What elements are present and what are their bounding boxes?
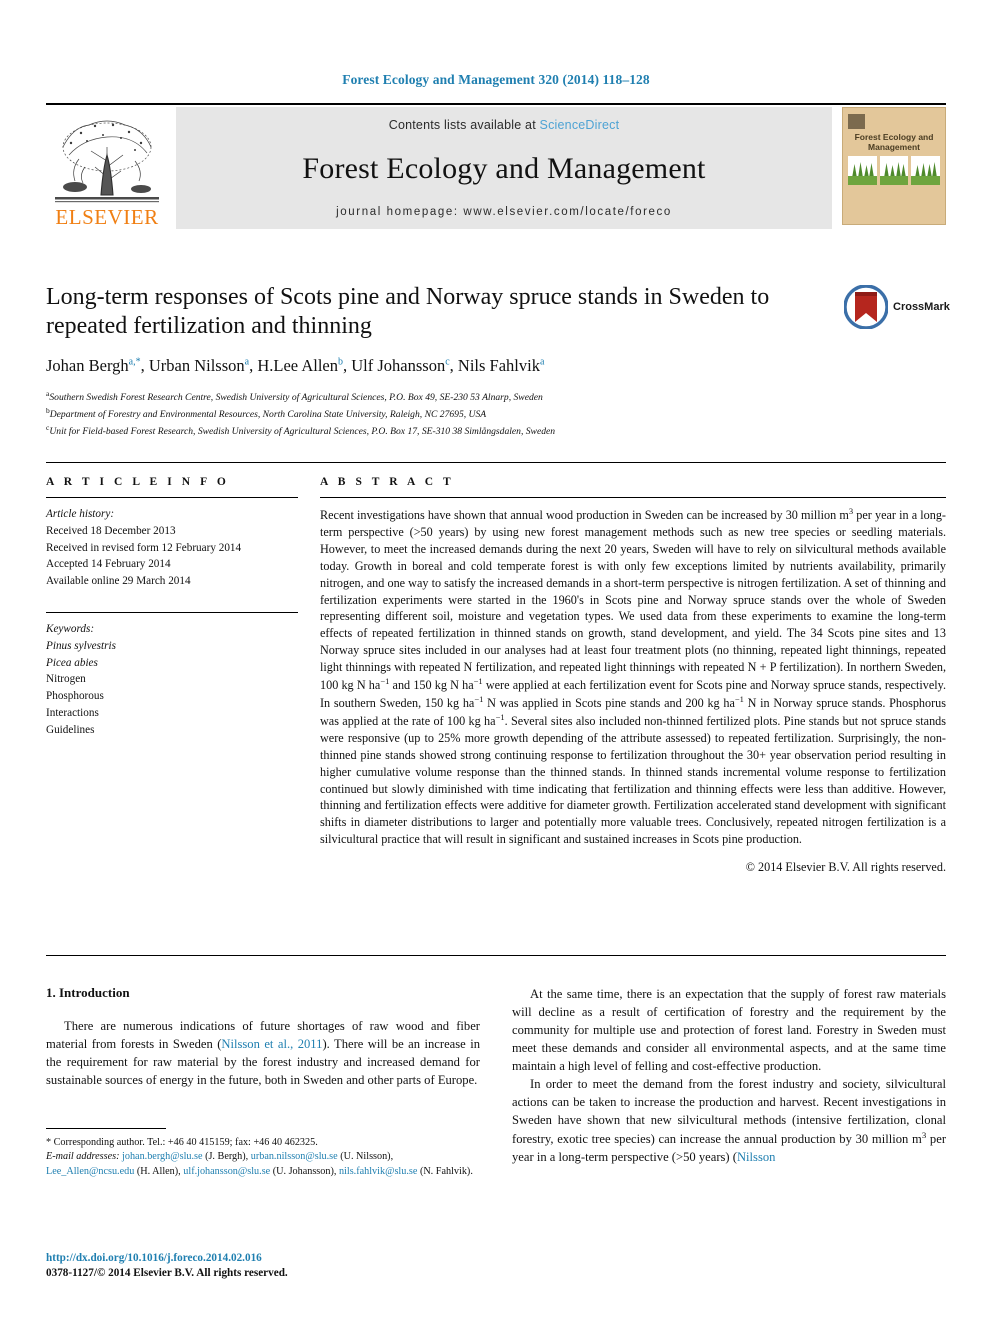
title-block: Long-term responses of Scots pine and No… <box>46 283 950 440</box>
elsevier-logo: ELSEVIER <box>46 107 168 229</box>
cover-panel <box>911 156 941 186</box>
contents-line: Contents lists available at ScienceDirec… <box>389 118 620 132</box>
body-column-right: At the same time, there is an expectatio… <box>512 985 946 1166</box>
crossmark-label: CrossMark <box>893 301 950 313</box>
affiliation-line: aSouthern Swedish Forest Research Centre… <box>46 388 543 403</box>
footnote-block: * Corresponding author. Tel.: +46 40 415… <box>46 1128 480 1179</box>
article-history-label: Article history: <box>46 508 115 520</box>
abstract-superscript: −1 <box>473 675 483 686</box>
contents-prefix: Contents lists available at <box>388 118 540 132</box>
cover-panel <box>848 156 877 186</box>
affiliation-line: bDepartment of Forestry and Environmenta… <box>46 405 487 421</box>
crossmark-badge[interactable]: CrossMark <box>843 284 950 330</box>
abstract-copyright: © 2014 Elsevier B.V. All rights reserved… <box>745 860 946 875</box>
abstract-text: Recent investigations have shown that an… <box>320 506 947 847</box>
author-name: Urban Nilsson <box>148 355 245 375</box>
sciencedirect-link[interactable]: ScienceDirect <box>540 118 620 132</box>
citation-link[interactable]: Nilsson <box>737 1150 776 1164</box>
journal-band: Contents lists available at ScienceDirec… <box>176 107 832 229</box>
author-name: H.Lee Allen <box>257 355 338 375</box>
email-link[interactable]: johan.bergh@slu.se <box>122 1151 203 1162</box>
cover-title: Forest Ecology and Management <box>854 132 934 152</box>
abstract-superscript: −1 <box>734 693 744 704</box>
author-affiliation-mark: c <box>445 356 450 368</box>
abstract-superscript: 3 <box>848 506 854 516</box>
abstract-superscript: −1 <box>495 711 505 722</box>
author-affiliation-mark: a <box>244 356 250 368</box>
affiliation-line: cUnit for Field-based Forest Research, S… <box>46 423 556 438</box>
cover-tree-panels <box>848 156 941 186</box>
journal-cover-thumbnail: Forest Ecology and Management <box>842 107 946 225</box>
section-heading-introduction: 1. Introduction <box>46 985 130 1000</box>
corresponding-author-note: * Corresponding author. Tel.: +46 40 415… <box>46 1137 318 1148</box>
journal-article-page: Forest Ecology and Management 320 (2014)… <box>0 0 992 1323</box>
journal-title: Forest Ecology and Management <box>302 152 706 185</box>
abstract-heading: A B S T R A C T <box>320 476 455 488</box>
doi-block: http://dx.doi.org/10.1016/j.foreco.2014.… <box>46 1251 480 1282</box>
affiliation-list: aSouthern Swedish Forest Research Centre… <box>46 388 946 440</box>
grass-band <box>911 176 941 186</box>
page-title: Long-term responses of Scots pine and No… <box>46 284 770 340</box>
article-info-column: A R T I C L E I N F O Article history: R… <box>46 476 298 875</box>
author-name: Johan Bergh <box>46 355 129 375</box>
author-affiliation-mark: b <box>338 356 343 368</box>
grass-band <box>848 176 877 186</box>
elsevier-wordmark: ELSEVIER <box>55 205 159 229</box>
keywords-list: Pinus sylvestris Picea abies Nitrogen Phosp… <box>46 638 298 739</box>
doi-link[interactable]: http://dx.doi.org/10.1016/j.foreco.2014.… <box>46 1251 480 1266</box>
crossmark-icon <box>843 284 889 330</box>
citation-link[interactable]: Nilsson et al., 2011 <box>221 1037 322 1051</box>
cover-emblem-icon <box>848 114 865 129</box>
email-link[interactable]: nils.fahlvik@slu.se <box>339 1166 417 1177</box>
article-info-heading: A R T I C L E I N F O <box>46 476 230 488</box>
email-link[interactable]: Lee_Allen@ncsu.edu <box>46 1166 134 1177</box>
keyword-item: Picea abies <box>46 656 98 669</box>
email-link[interactable]: ulf.johansson@slu.se <box>183 1166 270 1177</box>
intro-paragraph-right-1: At the same time, there is an expectatio… <box>512 987 946 1073</box>
email-link[interactable]: urban.nilsson@slu.se <box>251 1151 338 1162</box>
divider <box>46 955 946 956</box>
article-history-item: Available online 29 March 2014 <box>46 575 191 588</box>
journal-masthead: ELSEVIER Contents lists available at Sci… <box>46 103 946 229</box>
journal-homepage-link[interactable]: journal homepage: www.elsevier.com/locat… <box>336 206 672 218</box>
author-name: Nils Fahlvik <box>457 355 540 375</box>
author-affiliation-mark: a <box>539 356 545 368</box>
divider <box>320 497 946 498</box>
divider <box>46 497 298 498</box>
email-addresses-label: E-mail addresses: <box>46 1151 123 1163</box>
keywords-label: Keywords: <box>46 622 95 635</box>
intro-superscript: 3 <box>921 1130 927 1140</box>
info-abstract-section: A R T I C L E I N F O Article history: R… <box>46 462 946 875</box>
abstract-superscript: −1 <box>380 675 390 686</box>
divider <box>46 1128 166 1129</box>
keyword-item: Guidelines <box>46 723 95 736</box>
keyword-item: Phosphorous <box>46 690 104 703</box>
article-history-list: Received 18 December 2013 Received in rev… <box>46 523 298 590</box>
keyword-item: Interactions <box>46 706 99 719</box>
abstract-superscript: −1 <box>474 693 484 704</box>
author-list: Johan Bergha,*, Urban Nilssona, H.Lee Al… <box>46 355 545 375</box>
grass-band <box>879 176 909 186</box>
keyword-item: Pinus sylvestris <box>46 639 116 652</box>
cover-panel <box>879 156 909 186</box>
intro-paragraph-right-2: In order to meet the demand from the for… <box>512 1077 947 1165</box>
author-name: Ulf Johansson <box>351 355 446 375</box>
divider <box>46 611 298 613</box>
elsevier-tree-icon <box>55 120 159 203</box>
article-history-item: Received 18 December 2013 <box>46 524 176 537</box>
running-head: Forest Ecology and Management 320 (2014)… <box>342 72 650 87</box>
article-history-item: Accepted 14 February 2014 <box>46 558 171 571</box>
abstract-column: A B S T R A C T Recent investigations ha… <box>320 476 946 875</box>
article-history-item: Received in revised form 12 February 201… <box>46 541 242 554</box>
issn-copyright: 0378-1127/© 2014 Elsevier B.V. All right… <box>46 1267 288 1280</box>
keyword-item: Nitrogen <box>46 673 86 686</box>
intro-paragraph-left: There are numerous indications of future… <box>46 1019 480 1087</box>
email-addresses-note: E-mail addresses: johan.bergh@slu.se (J.… <box>46 1151 473 1177</box>
author-affiliation-mark: a,* <box>128 356 141 368</box>
